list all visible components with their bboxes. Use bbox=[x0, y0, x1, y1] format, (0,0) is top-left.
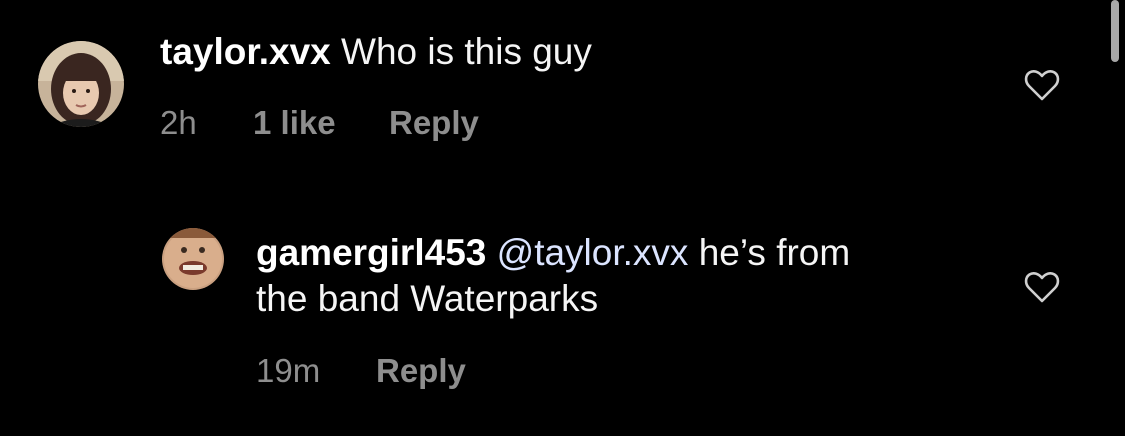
comment-body: taylor.xvx Who is this guy bbox=[160, 29, 980, 75]
comment-gamergirl: gamergirl453 @taylor.xvx he’s from the b… bbox=[0, 200, 1125, 436]
avatar-gamergirl[interactable] bbox=[162, 228, 224, 290]
comment-meta: 19m Reply bbox=[256, 352, 576, 392]
comment-username[interactable]: taylor.xvx bbox=[160, 31, 331, 72]
comment-meta: 2h 1 like Reply bbox=[160, 104, 580, 144]
avatar-image bbox=[162, 228, 224, 290]
avatar-image bbox=[38, 41, 124, 127]
reply-button[interactable]: Reply bbox=[376, 352, 466, 390]
scrollbar[interactable] bbox=[1111, 0, 1119, 62]
comment-time: 19m bbox=[256, 352, 321, 389]
likes-count[interactable]: 1 like bbox=[253, 104, 336, 142]
comment-text: he’s from bbox=[698, 232, 851, 273]
comment-body: gamergirl453 @taylor.xvx he’s from the b… bbox=[256, 230, 1016, 322]
comment-text: Who is this guy bbox=[341, 31, 592, 72]
comment-line-2: the band Waterparks bbox=[256, 278, 599, 319]
comment-line-1: gamergirl453 @taylor.xvx he’s from bbox=[256, 230, 1016, 276]
avatar-taylor[interactable] bbox=[38, 41, 124, 127]
comment-username[interactable]: gamergirl453 bbox=[256, 232, 486, 273]
reply-button[interactable]: Reply bbox=[389, 104, 479, 142]
heart-icon[interactable] bbox=[1024, 269, 1060, 305]
comment-time: 2h bbox=[160, 104, 197, 141]
comment-taylor: taylor.xvx Who is this guy 2h 1 like Rep… bbox=[0, 0, 1125, 180]
heart-icon[interactable] bbox=[1024, 67, 1060, 103]
mention-link[interactable]: @taylor.xvx bbox=[497, 232, 689, 273]
